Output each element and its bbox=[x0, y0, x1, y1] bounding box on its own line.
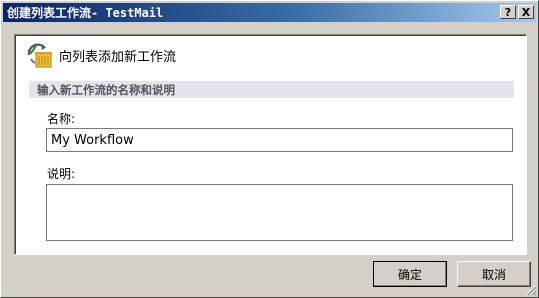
name-field[interactable] bbox=[46, 128, 513, 152]
header-text: 向列表添加新工作流 bbox=[59, 49, 177, 65]
dialog-header: 向列表添加新工作流 bbox=[25, 41, 176, 69]
ok-button[interactable]: 确定 bbox=[373, 261, 447, 287]
cancel-button[interactable]: 取消 bbox=[457, 261, 531, 287]
dialog-window: 创建列表工作流- TestMail ? X 向列表添加新工作流 输入新工作流的名… bbox=[0, 0, 539, 298]
title-bar[interactable]: 创建列表工作流- TestMail ? X bbox=[3, 3, 536, 22]
description-label: 说明: bbox=[47, 167, 76, 181]
title-buttons: ? X bbox=[500, 5, 534, 19]
content-panel: 向列表添加新工作流 输入新工作流的名称和说明 名称: 说明: bbox=[14, 34, 527, 255]
close-button[interactable]: X bbox=[518, 5, 534, 19]
help-button[interactable]: ? bbox=[500, 5, 516, 19]
description-field[interactable] bbox=[46, 184, 513, 241]
section-title: 输入新工作流的名称和说明 bbox=[29, 81, 514, 98]
resize-grip-icon[interactable] bbox=[525, 284, 537, 296]
workflow-icon bbox=[27, 43, 52, 68]
name-label: 名称: bbox=[47, 112, 76, 126]
window-title: 创建列表工作流- TestMail bbox=[7, 6, 164, 20]
